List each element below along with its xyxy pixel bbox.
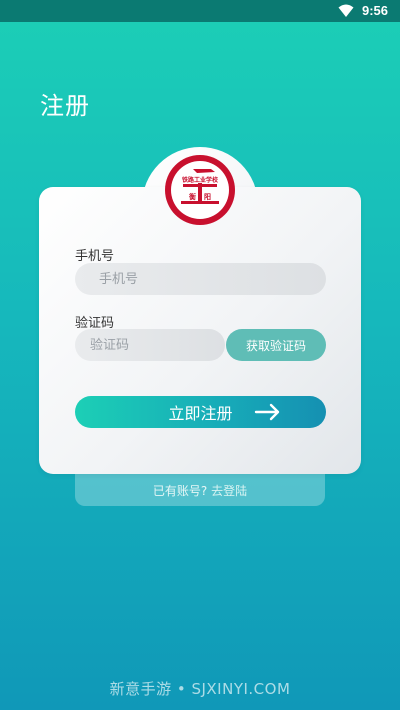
page-title: 注册 — [40, 92, 90, 120]
status-bar: 9:56 — [0, 0, 400, 22]
get-code-button[interactable]: 获取验证码 — [226, 329, 326, 361]
logo-inner: 铁路工业学校 衡阳 — [171, 161, 229, 219]
logo-text-top: 铁路工业学校 — [181, 177, 218, 184]
wifi-icon — [338, 4, 354, 17]
phone-label: 手机号 — [75, 249, 115, 264]
register-button[interactable]: 立即注册 — [75, 396, 326, 428]
code-input[interactable] — [75, 329, 225, 361]
status-time: 9:56 — [361, 3, 388, 18]
login-prompt: 已有账号? — [152, 484, 208, 498]
phone-input[interactable] — [75, 263, 326, 295]
register-button-label: 立即注册 — [168, 404, 233, 423]
login-link[interactable]: 去登陆 — [211, 484, 247, 498]
train-icon — [181, 169, 219, 204]
logo-text-bottom: 衡阳 — [189, 193, 219, 201]
login-switch: 已有账号? 去登陆 — [75, 482, 325, 499]
school-logo: 铁路工业学校 衡阳 — [165, 155, 235, 225]
watermark: 新意手游 • SJXINYI.COM — [109, 680, 291, 698]
arrow-right-icon — [254, 403, 280, 421]
status-icons: 9:56 — [338, 3, 388, 18]
